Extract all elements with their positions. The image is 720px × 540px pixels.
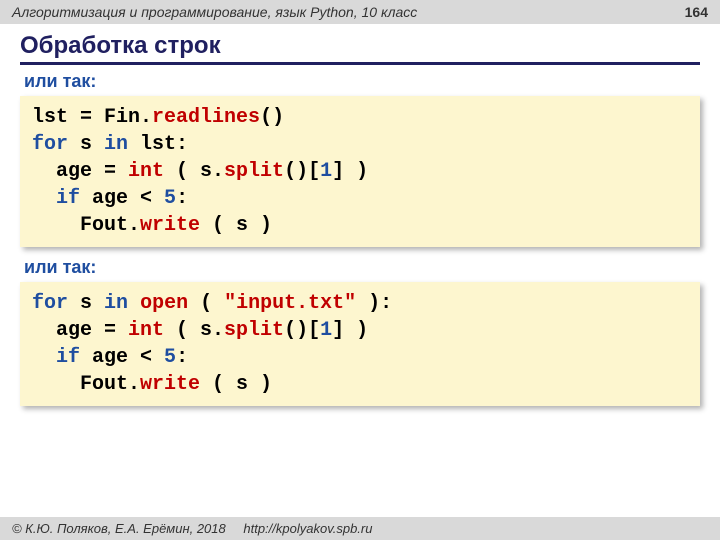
variant-label-2: или так:: [24, 257, 700, 278]
slide-title: Обработка строк: [20, 32, 700, 65]
footer-url: http://kpolyakov.spb.ru: [243, 521, 372, 536]
slide-header: Алгоритмизация и программирование, язык …: [0, 0, 720, 24]
slide-footer: © К.Ю. Поляков, Е.А. Ерёмин, 2018 http:/…: [0, 517, 720, 540]
code-block-1: lst = Fin.readlines() for s in lst: age …: [20, 96, 700, 247]
page-number: 164: [685, 4, 708, 20]
slide-content: или так: lst = Fin.readlines() for s in …: [0, 71, 720, 406]
code-block-2: for s in open ( "input.txt" ): age = int…: [20, 282, 700, 406]
variant-label-1: или так:: [24, 71, 700, 92]
course-name: Алгоритмизация и программирование, язык …: [12, 4, 417, 20]
copyright: © К.Ю. Поляков, Е.А. Ерёмин, 2018: [12, 521, 226, 536]
